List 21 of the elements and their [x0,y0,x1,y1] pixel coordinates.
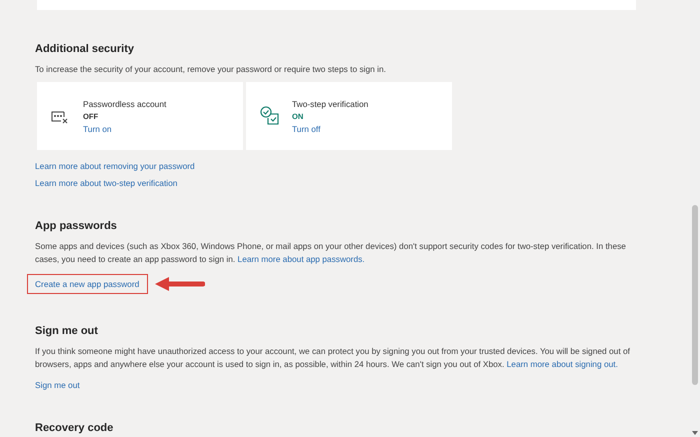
section-description: If you think someone might have unauthorized access to your account, we can protect you by signing you out from your trusted devices. You will be signed out of browsers, apps and anywhere else your account is used to sign in, as possible, within 24 hours. We can't sign you out of Xbox. Learn more about signing out. [35,345,631,371]
learn-more-link[interactable]: Learn more about signing out. [506,359,618,369]
section-description: Some apps and devices (such as Xbox 360, Windows Phone, or mail apps on your other devices) don't support security codes for two-step verification. In these cases, you need to create an app password to sign in. Learn more about app passwords. [35,240,627,266]
verification-check-icon [260,106,280,126]
action-link[interactable]: Sign me out [35,380,80,390]
section-heading: App passwords [35,220,118,232]
pointer-arrow [155,277,206,291]
section-heading: Additional security [35,43,136,55]
section-description: To increase the security of your account, remove your password or require two steps to sign in. [35,63,387,76]
action-link[interactable]: Learn more about removing your password [35,161,195,171]
toggle-link[interactable]: Turn on [83,124,112,134]
scroll-thumb[interactable] [692,205,698,385]
section-heading: Recovery code [35,422,114,434]
section-heading: Sign me out [35,325,99,337]
option-title: Two-step verification [292,98,368,108]
toggle-link[interactable]: Turn off [292,124,320,134]
option-title: Passwordless account [83,98,166,108]
action-link[interactable]: Learn more about two-step verification [35,178,178,188]
action-link[interactable]: Create a new app password [28,275,148,293]
learn-more-link[interactable]: Learn more about app passwords. [238,254,365,264]
scroll-down-icon[interactable] [692,431,698,435]
